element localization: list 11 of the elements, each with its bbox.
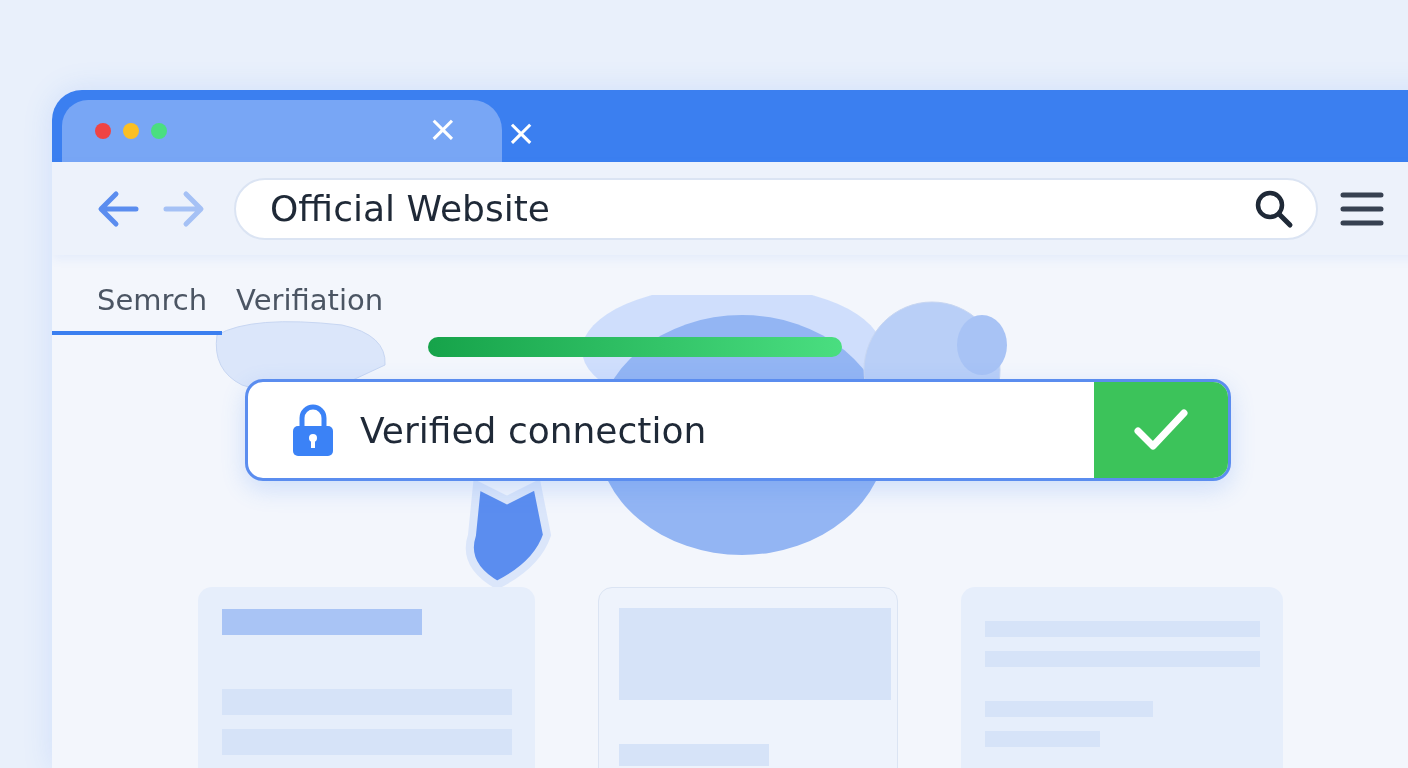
lock-icon — [290, 403, 336, 457]
address-bar[interactable]: Official Website — [234, 177, 1318, 240]
page-tab[interactable]: Verifiation — [222, 283, 399, 335]
page-tab[interactable]: Semrch — [52, 283, 223, 335]
forward-icon[interactable] — [162, 188, 206, 229]
close-tab-button[interactable]: × — [506, 115, 537, 155]
back-icon[interactable] — [96, 188, 140, 229]
browser-tab[interactable]: × — [506, 100, 537, 162]
window-controls-icon[interactable] — [94, 122, 170, 140]
banner-text: Verified connection — [360, 409, 708, 451]
address-field[interactable]: Official Website — [270, 188, 1252, 229]
